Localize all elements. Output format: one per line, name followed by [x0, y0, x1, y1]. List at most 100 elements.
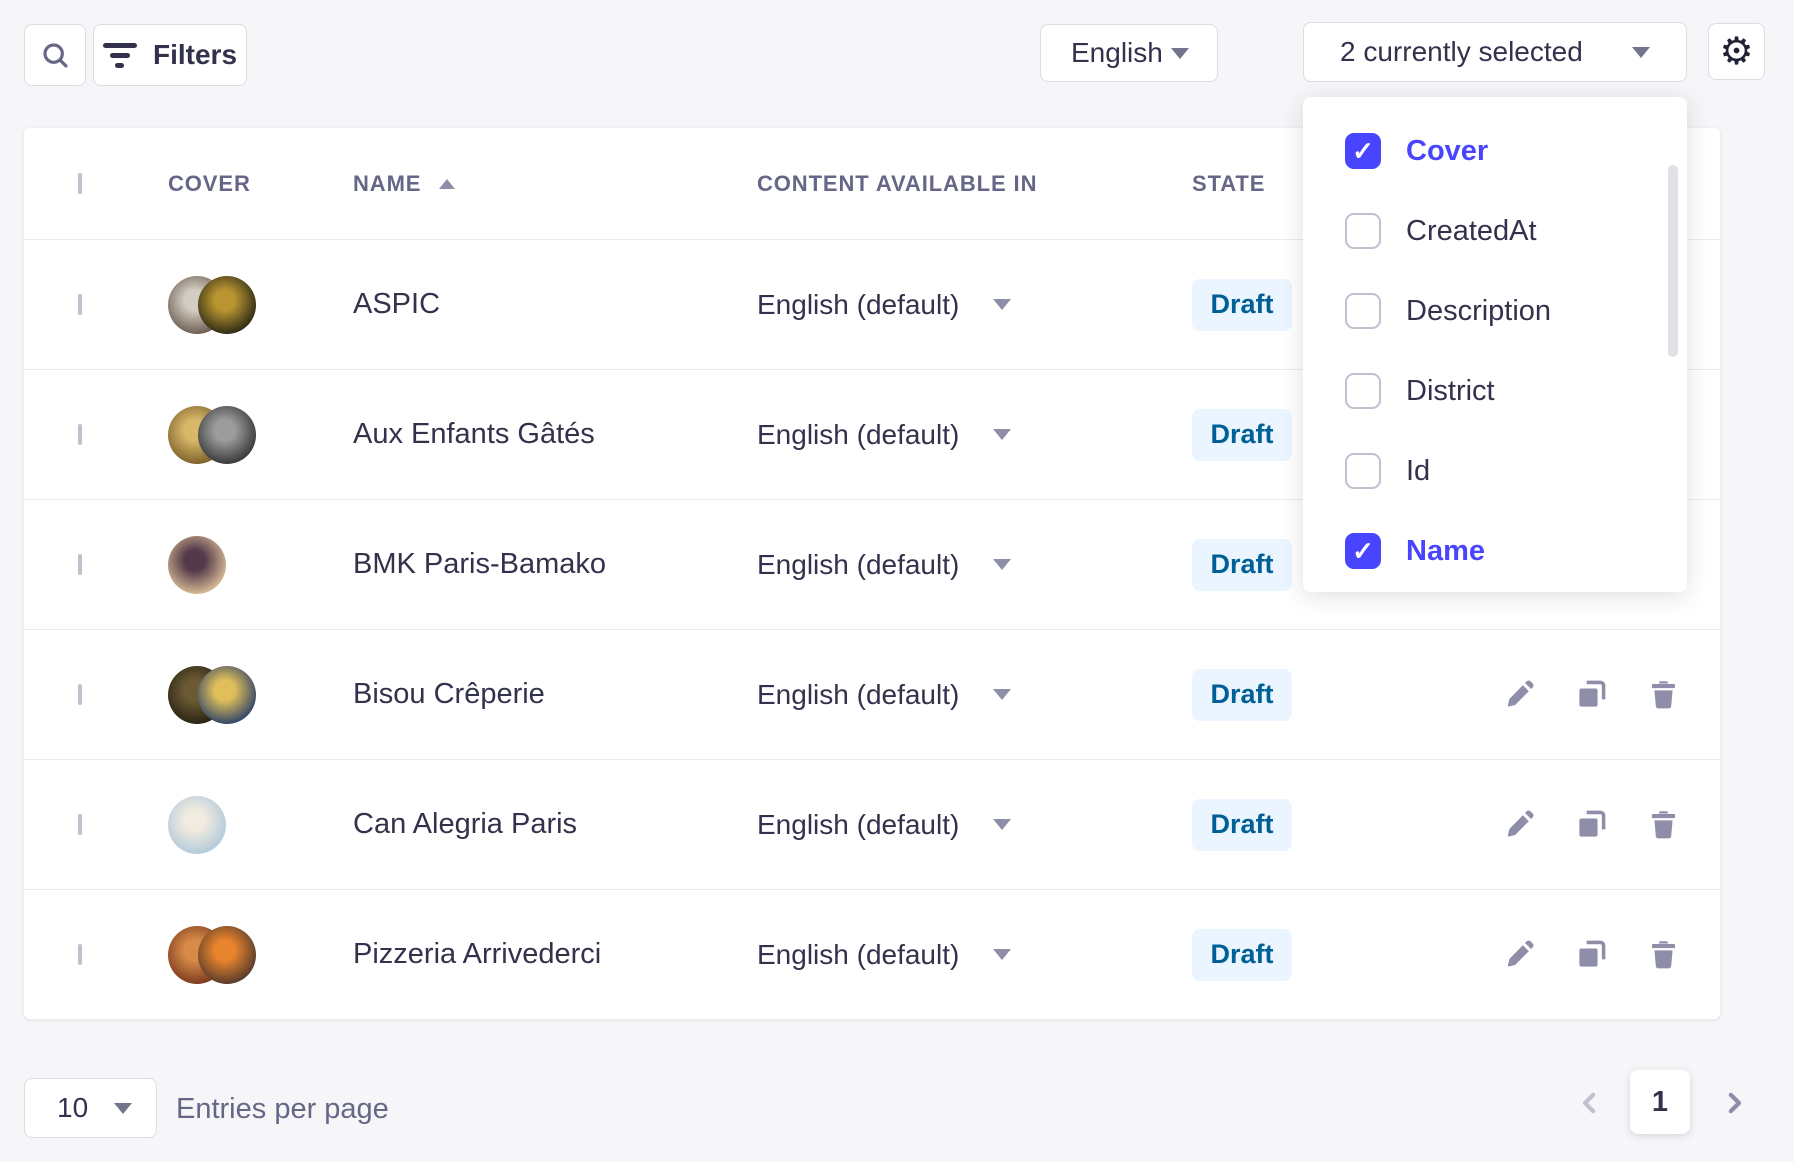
locale-value: English (default)	[757, 289, 959, 321]
name-cell: ASPIC	[353, 288, 757, 321]
chevron-down-icon	[993, 299, 1011, 310]
header-content-available-in[interactable]: CONTENT AVAILABLE IN	[757, 171, 1192, 197]
cover-avatar	[198, 666, 256, 724]
name-cell: Can Alegria Paris	[353, 808, 757, 841]
checkbox[interactable]	[1345, 293, 1381, 329]
filter-icon	[103, 43, 137, 68]
dropdown-item-cover[interactable]: Cover	[1303, 111, 1687, 191]
previous-page-button[interactable]	[1574, 1087, 1606, 1119]
header-cover[interactable]: COVER	[168, 171, 353, 197]
checkbox[interactable]	[1345, 373, 1381, 409]
duplicate-icon	[1575, 808, 1608, 841]
status-badge: Draft	[1192, 409, 1292, 461]
cover-cell	[168, 926, 353, 984]
header-name-label: NAME	[353, 171, 421, 197]
row-checkbox[interactable]	[78, 424, 82, 445]
filters-button[interactable]: Filters	[93, 24, 247, 86]
chevron-down-icon	[993, 559, 1011, 570]
filters-button-label: Filters	[153, 39, 237, 71]
dropdown-item-createdat[interactable]: CreatedAt	[1303, 191, 1687, 271]
checkbox[interactable]	[1345, 453, 1381, 489]
chevron-left-icon	[1575, 1088, 1605, 1118]
delete-button[interactable]	[1643, 805, 1683, 845]
chevron-down-icon	[993, 429, 1011, 440]
row-checkbox[interactable]	[78, 294, 82, 315]
select-all-checkbox[interactable]	[78, 173, 82, 194]
checkbox[interactable]	[1345, 533, 1381, 569]
cover-avatar	[198, 276, 256, 334]
chevron-down-icon	[114, 1103, 132, 1114]
dropdown-item-name[interactable]: Name	[1303, 511, 1687, 591]
dropdown-item-id[interactable]: Id	[1303, 431, 1687, 511]
name-cell: Bisou Crêperie	[353, 678, 757, 711]
page-number-button[interactable]: 1	[1630, 1070, 1690, 1134]
edit-button[interactable]	[1499, 935, 1539, 975]
settings-button[interactable]: ⚙	[1708, 23, 1765, 80]
trash-icon	[1647, 808, 1680, 841]
header-name[interactable]: NAME	[353, 171, 757, 197]
duplicate-button[interactable]	[1571, 675, 1611, 715]
content-manager-list-view: Filters English 2 currently selected ⚙ C…	[0, 0, 1794, 1162]
chevron-right-icon	[1719, 1088, 1749, 1118]
locale-value: English (default)	[757, 419, 959, 451]
search-button[interactable]	[24, 24, 86, 86]
cover-cell	[168, 666, 353, 724]
locale-value: English (default)	[757, 809, 959, 841]
locale-dropdown[interactable]: English (default)	[757, 419, 1192, 451]
delete-button[interactable]	[1643, 935, 1683, 975]
locale-value: English (default)	[757, 549, 959, 581]
locale-dropdown[interactable]: English (default)	[757, 289, 1192, 321]
duplicate-button[interactable]	[1571, 805, 1611, 845]
columns-select[interactable]: 2 currently selected	[1303, 22, 1687, 82]
gear-icon: ⚙	[1719, 33, 1753, 71]
chevron-down-icon	[993, 949, 1011, 960]
page-size-value: 10	[57, 1092, 114, 1124]
dropdown-scrollbar[interactable]	[1668, 165, 1678, 357]
cover-avatar	[168, 796, 226, 854]
duplicate-button[interactable]	[1571, 935, 1611, 975]
trash-icon	[1647, 938, 1680, 971]
locale-dropdown[interactable]: English (default)	[757, 549, 1192, 581]
status-badge: Draft	[1192, 799, 1292, 851]
row-checkbox[interactable]	[78, 944, 82, 965]
pencil-icon	[1503, 938, 1536, 971]
duplicate-icon	[1575, 938, 1608, 971]
page-size-select[interactable]: 10	[24, 1078, 157, 1138]
locale-dropdown[interactable]: English (default)	[757, 679, 1192, 711]
chevron-down-icon	[993, 819, 1011, 830]
dropdown-item-label: Description	[1406, 295, 1551, 328]
columns-select-value: 2 currently selected	[1340, 36, 1632, 68]
edit-button[interactable]	[1499, 805, 1539, 845]
cover-avatar	[168, 536, 226, 594]
status-badge: Draft	[1192, 279, 1292, 331]
row-actions	[1499, 805, 1683, 845]
chevron-down-icon	[993, 689, 1011, 700]
locale-value: English (default)	[757, 679, 959, 711]
dropdown-item-label: Id	[1406, 455, 1430, 488]
checkbox[interactable]	[1345, 213, 1381, 249]
pencil-icon	[1503, 808, 1536, 841]
chevron-down-icon	[1171, 48, 1189, 59]
locale-dropdown[interactable]: English (default)	[757, 809, 1192, 841]
duplicate-icon	[1575, 678, 1608, 711]
cover-cell	[168, 796, 353, 854]
dropdown-item-district[interactable]: District	[1303, 351, 1687, 431]
locale-select-value: English	[1071, 37, 1171, 69]
delete-button[interactable]	[1643, 675, 1683, 715]
row-checkbox[interactable]	[78, 814, 82, 835]
locale-select[interactable]: English	[1040, 24, 1218, 82]
checkbox[interactable]	[1345, 133, 1381, 169]
status-badge: Draft	[1192, 669, 1292, 721]
row-checkbox[interactable]	[78, 684, 82, 705]
row-checkbox[interactable]	[78, 554, 82, 575]
dropdown-item-description[interactable]: Description	[1303, 271, 1687, 351]
columns-dropdown-panel: Cover CreatedAt Description District Id …	[1303, 97, 1687, 592]
edit-button[interactable]	[1499, 675, 1539, 715]
search-icon	[39, 39, 71, 71]
locale-dropdown[interactable]: English (default)	[757, 939, 1192, 971]
chevron-down-icon	[1632, 47, 1650, 58]
table-row: Bisou Crêperie English (default) Draft	[24, 629, 1720, 759]
dropdown-item-label: Cover	[1406, 135, 1488, 168]
sort-ascending-icon	[439, 179, 455, 189]
next-page-button[interactable]	[1718, 1087, 1750, 1119]
